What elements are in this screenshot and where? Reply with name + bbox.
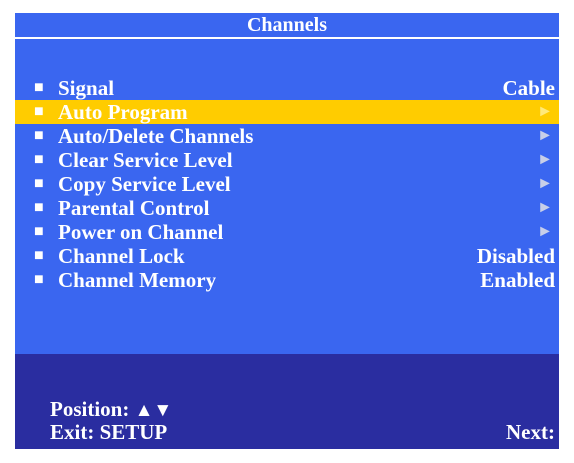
right-arrow-icon: ►: [537, 151, 553, 168]
bullet-icon: ■: [34, 103, 44, 120]
menu-item-value: Enabled: [480, 268, 555, 292]
menu-item-label: Channel Memory: [58, 268, 217, 292]
menu-item-signal[interactable]: ■ Signal Cable: [15, 76, 559, 100]
menu-item-label: Channel Lock: [58, 244, 185, 268]
menu-item-power-on-channel[interactable]: ■ Power on Channel ►: [15, 220, 559, 244]
menu-item-label: Signal: [58, 76, 115, 100]
right-arrow-icon: ►: [537, 103, 553, 120]
menu-item-value: Cable: [502, 76, 556, 100]
menu-item-label: Auto Program: [58, 100, 188, 124]
bullet-icon: ■: [34, 127, 44, 144]
right-arrow-icon: ►: [537, 175, 553, 192]
menu-item-channel-lock[interactable]: ■ Channel Lock Disabled: [15, 244, 559, 268]
channels-menu-window: Channels ■ Signal Cable ■ Auto Program ►…: [15, 13, 559, 449]
right-arrow-icon: ►: [537, 127, 553, 144]
help-footer: Position: ▲▼ Exit: SETUP Next:: [15, 354, 559, 449]
menu-item-copy-service-level[interactable]: ■ Copy Service Level ►: [15, 172, 559, 196]
exit-hint: Exit: SETUP: [50, 420, 168, 444]
menu-item-channel-memory[interactable]: ■ Channel Memory Enabled: [15, 268, 559, 292]
menu-item-label: Power on Channel: [58, 220, 224, 244]
right-arrow-icon: ►: [537, 223, 553, 240]
menu-list: ■ Signal Cable ■ Auto Program ► ■ Auto/D…: [15, 76, 559, 292]
bullet-icon: ■: [34, 271, 44, 288]
position-label: Position:: [50, 397, 130, 421]
bullet-icon: ■: [34, 79, 44, 96]
menu-item-value: Disabled: [476, 244, 555, 268]
down-arrow-icon: ▼: [153, 400, 173, 421]
bullet-icon: ■: [34, 175, 44, 192]
menu-item-parental-control[interactable]: ■ Parental Control ►: [15, 196, 559, 220]
menu-item-label: Auto/Delete Channels: [58, 124, 254, 148]
bullet-icon: ■: [34, 151, 44, 168]
menu-title: Channels: [15, 13, 559, 37]
menu-item-label: Parental Control: [58, 196, 210, 220]
next-hint: Next:: [506, 420, 555, 444]
menu-item-auto-delete-channels[interactable]: ■ Auto/Delete Channels ►: [15, 124, 559, 148]
position-hint: Position: ▲▼: [50, 397, 172, 422]
menu-item-label: Clear Service Level: [58, 148, 233, 172]
menu-item-auto-program[interactable]: ■ Auto Program ►: [15, 100, 559, 124]
bullet-icon: ■: [34, 199, 44, 216]
right-arrow-icon: ►: [537, 199, 553, 216]
menu-item-label: Copy Service Level: [58, 172, 231, 196]
menu-item-clear-service-level[interactable]: ■ Clear Service Level ►: [15, 148, 559, 172]
up-arrow-icon: ▲: [134, 400, 154, 421]
menu-panel: ■ Signal Cable ■ Auto Program ► ■ Auto/D…: [15, 39, 559, 354]
bullet-icon: ■: [34, 247, 44, 264]
bullet-icon: ■: [34, 223, 44, 240]
